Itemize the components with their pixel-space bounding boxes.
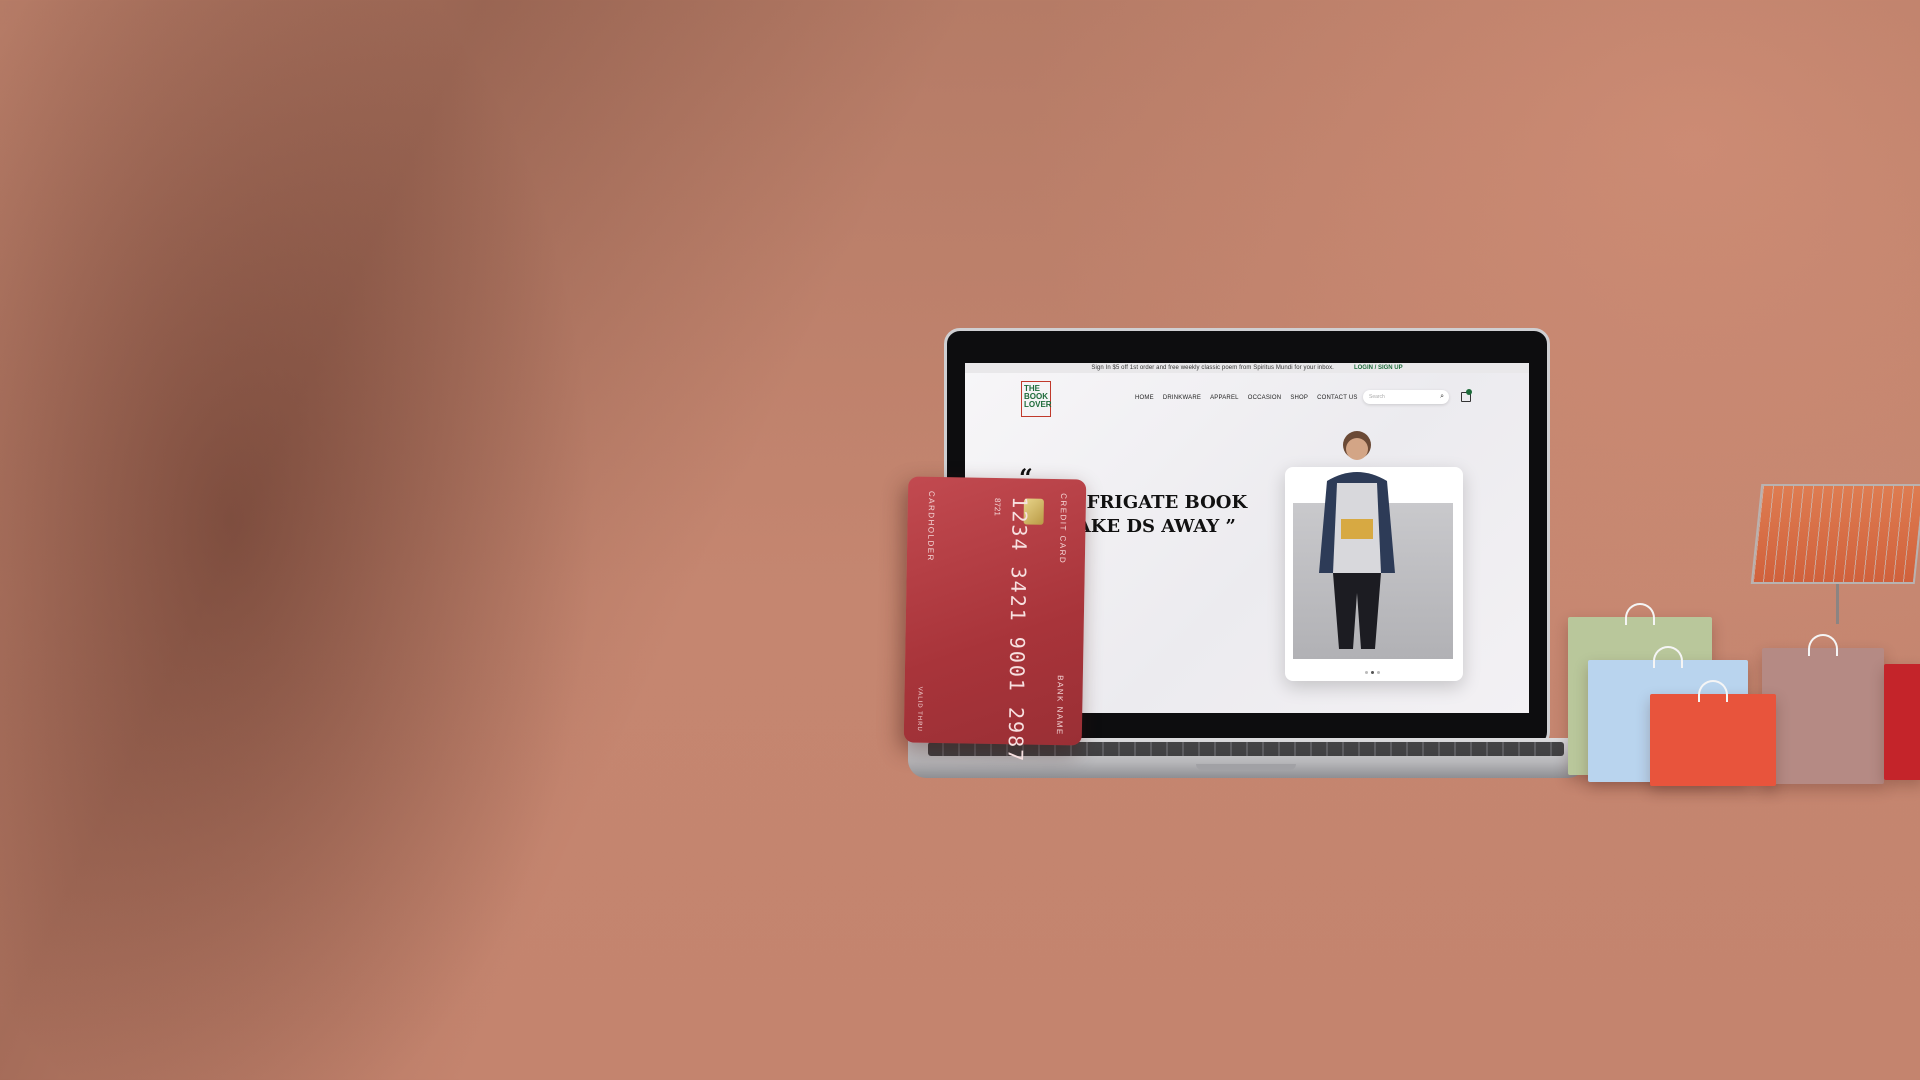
carousel-dot-active[interactable]: [1371, 671, 1374, 674]
card-label-credit: CREDIT CARD: [1057, 493, 1069, 565]
laptop-notch: [1196, 764, 1296, 770]
card-number: 1234 3421 9001 2987: [1003, 496, 1033, 764]
carousel-dots[interactable]: [1365, 671, 1380, 674]
nav-contact[interactable]: CONTACT US: [1317, 395, 1357, 401]
nav-occasion[interactable]: OCCASION: [1248, 395, 1282, 401]
bag-handle: [1653, 646, 1683, 668]
carousel-dot[interactable]: [1365, 671, 1368, 674]
shopping-bag-crimson: [1884, 664, 1920, 780]
carousel-dot[interactable]: [1377, 671, 1380, 674]
bag-handle: [1698, 680, 1728, 702]
search-input[interactable]: Search ⌕: [1363, 390, 1449, 404]
main-nav: HOME DRINKWARE APPAREL OCCASION SHOP CON…: [1135, 395, 1358, 401]
model-in-hoodie-image: [1319, 431, 1395, 649]
nav-home[interactable]: HOME: [1135, 395, 1154, 401]
cart-basket: [1750, 484, 1920, 584]
nav-shop[interactable]: SHOP: [1290, 395, 1308, 401]
site-logo[interactable]: THE BOOK LOVER: [1021, 381, 1052, 417]
card-small-code: 8721: [992, 497, 1002, 516]
card-label-bank: BANK NAME: [1054, 675, 1065, 736]
card-label-valid: VALID THRU: [915, 686, 923, 732]
shopping-cart-image: [1750, 474, 1920, 624]
search-icon[interactable]: ⌕: [1440, 393, 1444, 401]
cart-badge: [1466, 389, 1472, 395]
bag-handle: [1808, 634, 1838, 656]
site-header: THE BOOK LOVER HOME DRINKWARE APPAREL OC…: [965, 373, 1529, 421]
card-label-holder: CARDHOLDER: [925, 490, 937, 562]
search-placeholder: Search: [1369, 394, 1385, 400]
bag-handle: [1625, 603, 1655, 625]
nav-drinkware[interactable]: DRINKWARE: [1163, 395, 1201, 401]
site-topbar: Sign In $5 off 1st order and free weekly…: [965, 363, 1529, 373]
shopping-bag-mauve: [1762, 634, 1884, 784]
shopping-bag-red: [1650, 680, 1776, 786]
login-link[interactable]: LOGIN / SIGN UP: [1354, 365, 1403, 371]
nav-apparel[interactable]: APPAREL: [1210, 395, 1239, 401]
topbar-promo: Sign In $5 off 1st order and free weekly…: [1091, 365, 1334, 371]
credit-card: CREDIT CARD BANK NAME CARDHOLDER VALID T…: [903, 476, 1087, 763]
cart-pole: [1836, 584, 1839, 624]
